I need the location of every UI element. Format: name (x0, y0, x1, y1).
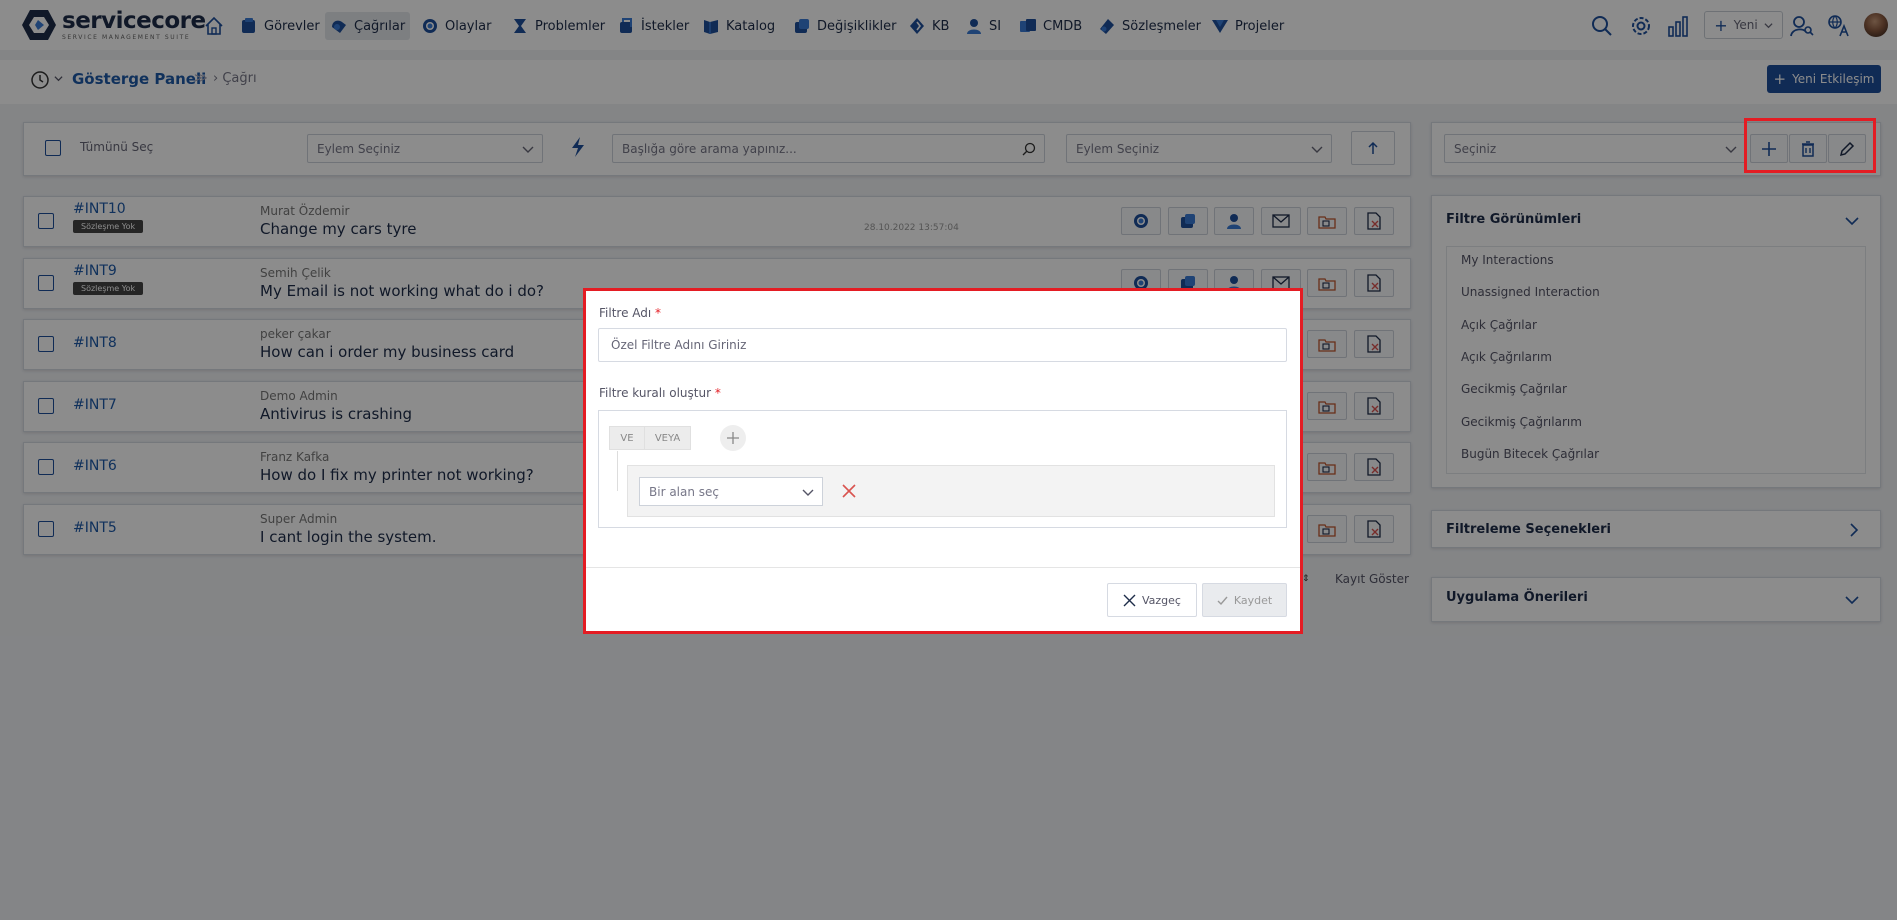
highlight-filter-actions-box (1744, 118, 1876, 173)
highlight-modal-box (583, 288, 1303, 634)
